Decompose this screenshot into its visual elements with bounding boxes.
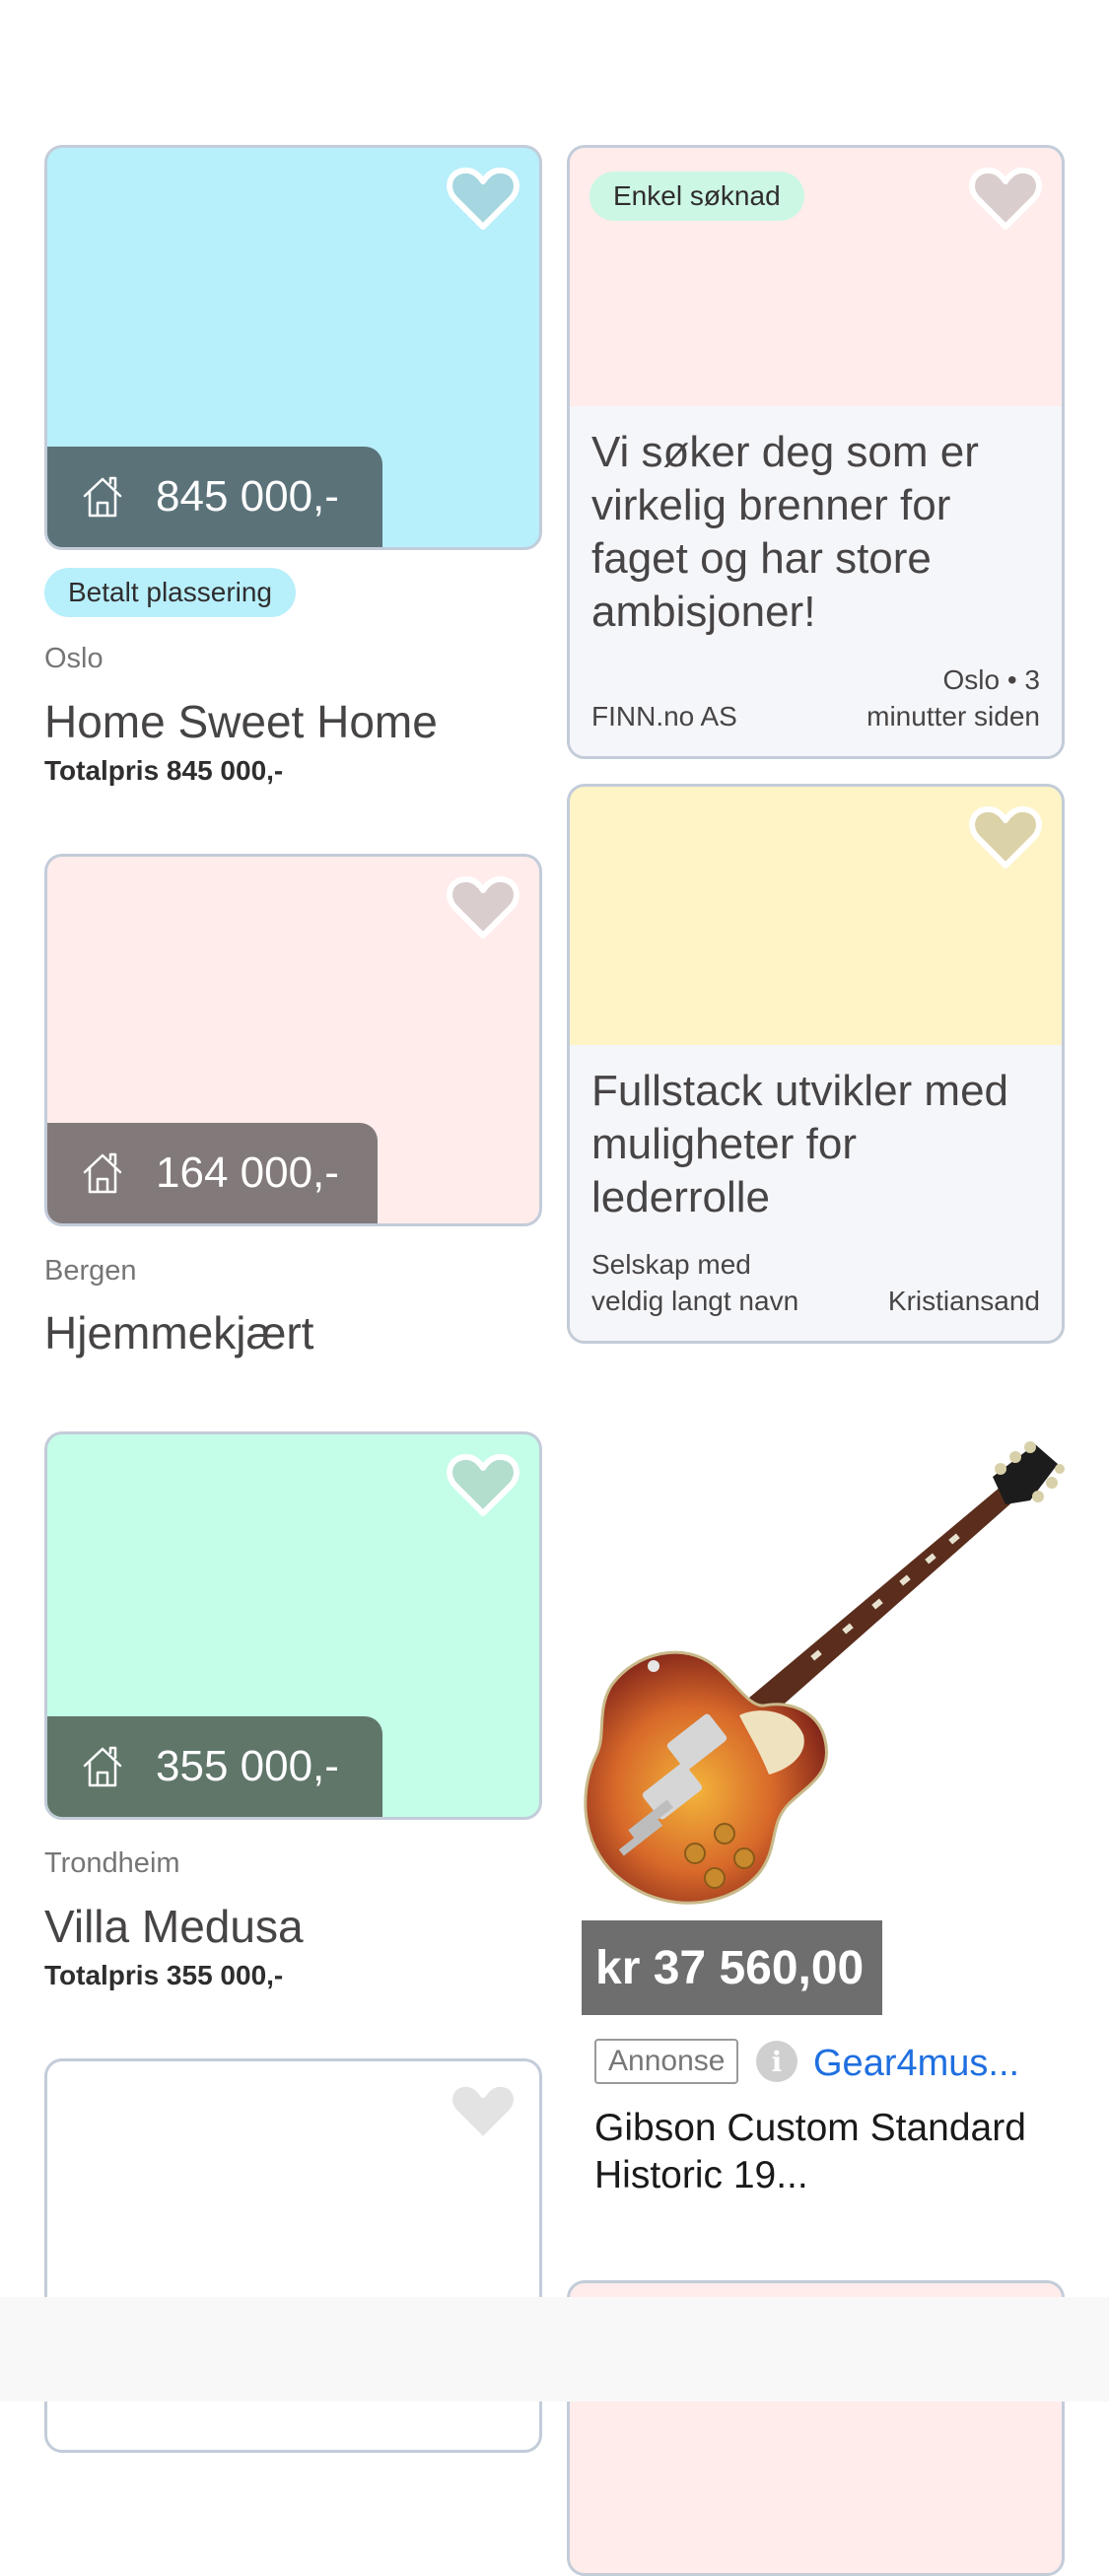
favorite-heart-icon[interactable] xyxy=(447,1452,520,1517)
listing-total-price: Totalpris 845 000,- xyxy=(44,755,284,786)
favorite-heart-icon[interactable] xyxy=(969,166,1042,231)
job-company: FINN.no AS xyxy=(591,701,737,731)
house-icon xyxy=(81,1150,124,1196)
price-badge: 164 000,- xyxy=(47,1123,378,1223)
price-text: 355 000,- xyxy=(156,1742,339,1790)
job-card-body: Vi søker deg som er virkelig brenner for… xyxy=(570,406,1062,756)
job-company: Selskap med veldig langt navn xyxy=(591,1249,799,1316)
listing-title[interactable]: Villa Medusa xyxy=(44,1900,304,1953)
favorite-heart-icon[interactable] xyxy=(447,874,520,940)
listing-card-3[interactable]: 355 000,- xyxy=(44,1431,542,1820)
favorite-heart-icon[interactable] xyxy=(447,166,520,231)
job-location: Kristiansand xyxy=(887,1286,1040,1316)
price-text: 845 000,- xyxy=(156,472,339,521)
bottom-fade xyxy=(0,2297,1109,2402)
listing-card-2[interactable]: 164 000,- xyxy=(44,854,542,1226)
ad-title[interactable]: Gibson Custom Standard Historic 19... xyxy=(594,2105,1048,2199)
ad-price-badge: kr 37 560,00 xyxy=(582,1920,882,2015)
price-badge: 845 000,- xyxy=(47,447,382,547)
price-text: 164 000,- xyxy=(156,1149,339,1197)
house-icon xyxy=(81,1744,124,1789)
ad-label: Annonse xyxy=(594,2039,739,2084)
job-title[interactable]: Fullstack utvikler med muligheter for le… xyxy=(591,1065,1040,1224)
listing-location: Oslo xyxy=(44,643,104,674)
job-title[interactable]: Vi søker deg som er virkelig brenner for… xyxy=(591,426,1040,639)
guitar-image xyxy=(567,1439,1065,1932)
listing-location: Trondheim xyxy=(44,1847,180,1879)
listing-card-1[interactable]: 845 000,- xyxy=(44,145,542,550)
job-card-body: Fullstack utvikler med muligheter for le… xyxy=(570,1045,1062,1341)
listing-title[interactable]: Hjemmekjært xyxy=(44,1306,313,1359)
price-badge: 355 000,- xyxy=(47,1716,382,1817)
advertiser-link[interactable]: Gear4mus... xyxy=(813,2043,1019,2085)
listing-location: Bergen xyxy=(44,1255,137,1287)
job-card-2[interactable]: Fullstack utvikler med muligheter for le… xyxy=(567,784,1065,1344)
house-icon xyxy=(81,474,124,520)
listing-total-price: Totalpris 355 000,- xyxy=(44,1960,284,1990)
favorite-heart-icon[interactable] xyxy=(447,2079,520,2144)
favorite-heart-icon[interactable] xyxy=(969,804,1042,870)
easy-apply-badge: Enkel søknad xyxy=(589,172,804,221)
info-icon[interactable]: i xyxy=(756,2041,797,2082)
job-location-time: Oslo • 3 minutter siden xyxy=(866,664,1040,731)
paid-placement-badge: Betalt plassering xyxy=(44,568,297,617)
ad-card[interactable]: kr 37 560,00 Annonse i Gear4mus... Gibso… xyxy=(567,1439,1065,2198)
job-card-1[interactable]: Enkel søknad Vi søker deg som er virkeli… xyxy=(567,145,1065,759)
listing-title[interactable]: Home Sweet Home xyxy=(44,695,438,748)
